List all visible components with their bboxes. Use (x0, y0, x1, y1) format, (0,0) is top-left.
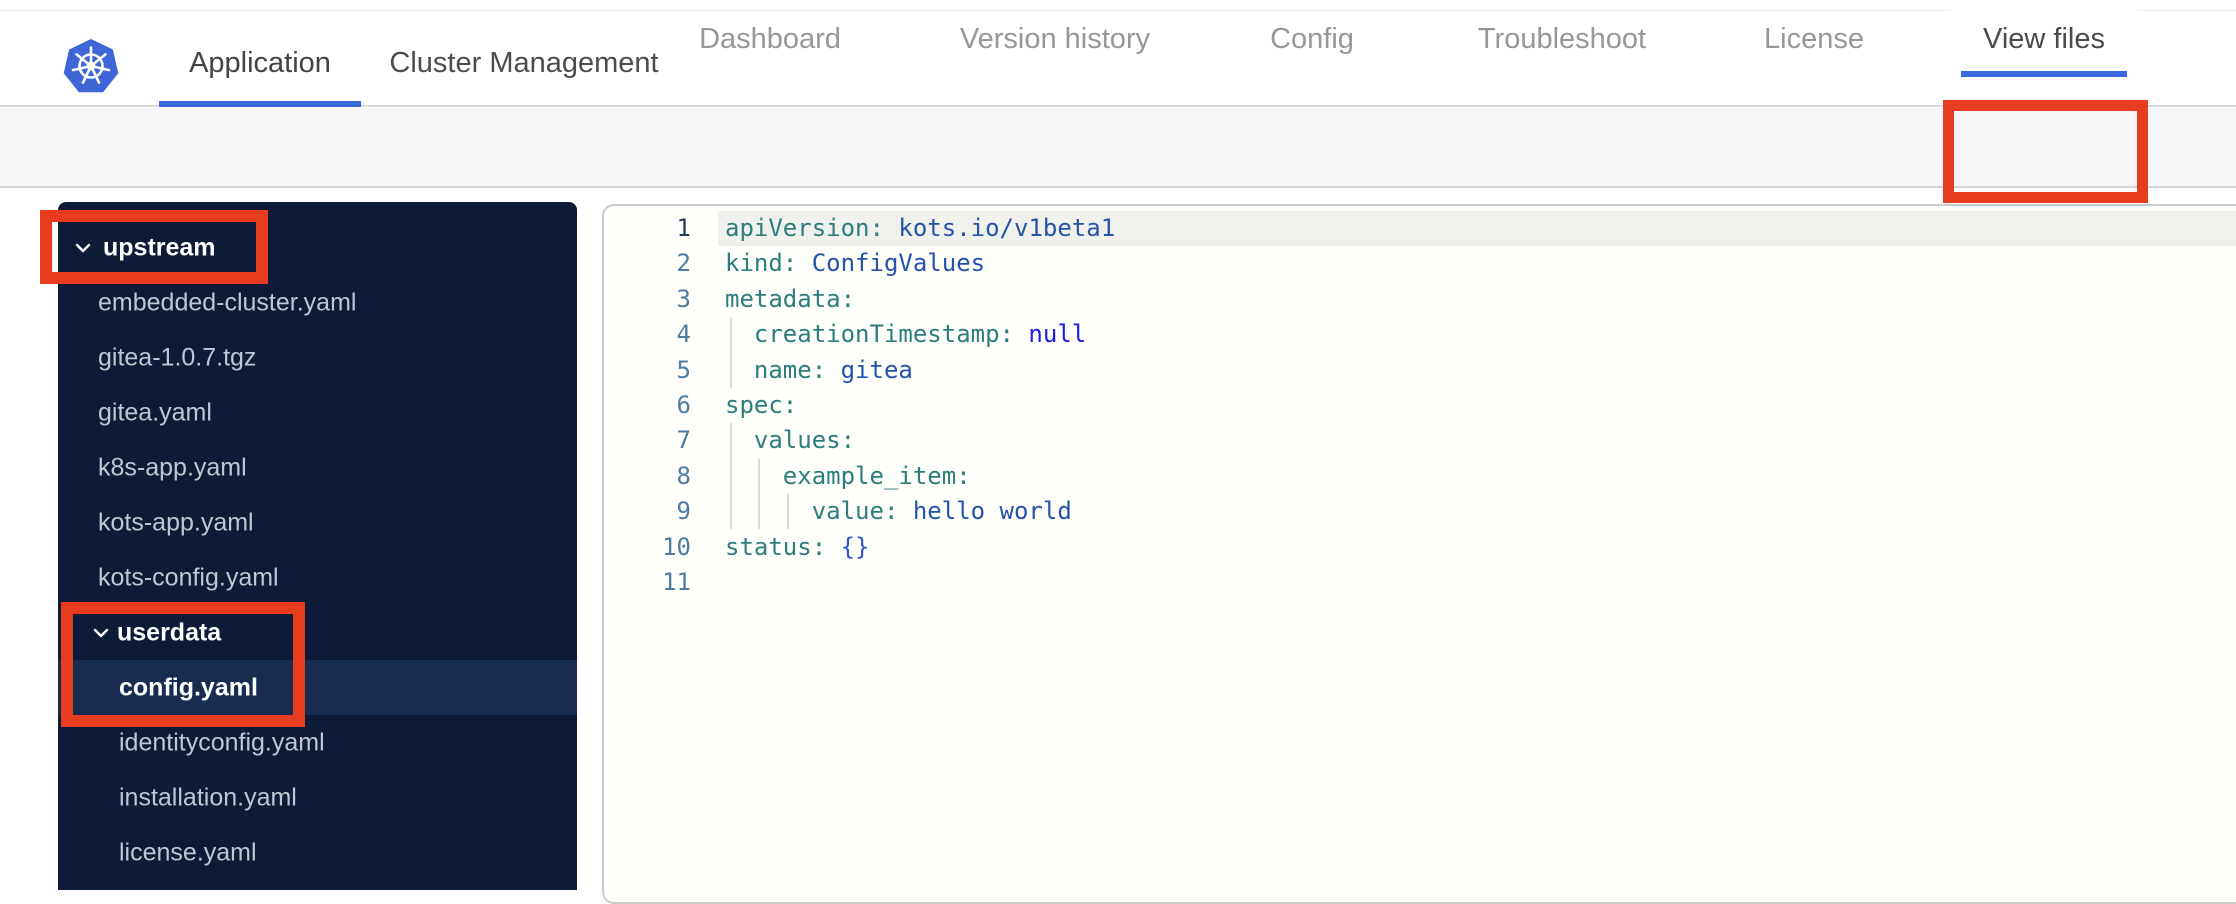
file-item-identityconfig-yaml[interactable]: identityconfig.yaml (58, 715, 577, 770)
tree-item-label: kots-app.yaml (98, 508, 254, 536)
tab-config[interactable]: Config (1237, 0, 1387, 94)
tree-item-label: license.yaml (119, 838, 257, 866)
line-number: 11 (662, 568, 691, 597)
yaml-token-val: gitea (826, 355, 913, 384)
code-line-10[interactable]: status: {} (725, 530, 1115, 565)
yaml-token-key: example_item: (725, 461, 971, 490)
line-number: 5 (676, 355, 691, 384)
chevron-down-icon[interactable] (75, 243, 91, 253)
file-item-gitea-1-0-7-tgz[interactable]: gitea-1.0.7.tgz (58, 330, 577, 385)
tree-item-label: installation.yaml (119, 783, 297, 811)
yaml-token-val: ConfigValues (797, 249, 986, 278)
file-item-k8s-app-yaml[interactable]: k8s-app.yaml (58, 440, 577, 495)
file-item-embedded-cluster-yaml[interactable]: embedded-cluster.yaml (58, 275, 577, 330)
tree-item-label: kots-config.yaml (98, 563, 279, 591)
line-number: 10 (662, 532, 691, 561)
yaml-token-key: apiVersion: (725, 214, 884, 242)
yaml-token-key: name: (725, 355, 827, 384)
line-number: 4 (676, 320, 691, 349)
tab-troubleshoot[interactable]: Troubleshoot (1445, 0, 1679, 94)
code-line-9[interactable]: value: hello world (725, 494, 1115, 529)
yaml-token-key: metadata: (725, 284, 856, 313)
line-number: 3 (676, 284, 691, 313)
code-line-1[interactable]: apiVersion: kots.io/v1beta1 (725, 211, 1115, 246)
header-tab-application[interactable]: Application (159, 11, 361, 107)
file-item-installation-yaml[interactable]: installation.yaml (58, 770, 577, 825)
folder-item-userdata[interactable]: userdata (58, 605, 577, 660)
yaml-token-val: hello world (898, 497, 1072, 526)
code-line-3[interactable]: metadata: (725, 282, 1115, 317)
tree-item-label: userdata (117, 618, 222, 646)
tab-dashboard[interactable]: Dashboard (666, 0, 874, 94)
yaml-token-key: creationTimestamp: (725, 320, 1014, 349)
file-item-config-yaml[interactable]: config.yaml (58, 660, 577, 715)
header-tab-cluster-management[interactable]: Cluster Management (359, 11, 688, 107)
kubernetes-logo-icon (63, 39, 119, 93)
yaml-token-key: status: (725, 532, 827, 561)
yaml-code[interactable]: apiVersion: kots.io/v1beta1 kind: ConfigV… (725, 211, 1115, 600)
file-item-license-yaml[interactable]: license.yaml (58, 825, 577, 880)
file-item-kots-app-yaml[interactable]: kots-app.yaml (58, 495, 577, 550)
code-line-4[interactable]: creationTimestamp: null (725, 317, 1115, 352)
kots-admin-console: { "header": { "logo": "kubernetes-logo",… (0, 0, 2236, 904)
line-number: 2 (676, 249, 691, 278)
tree-item-label: upstream (103, 233, 216, 261)
file-item-gitea-yaml[interactable]: gitea.yaml (58, 385, 577, 440)
tab-license[interactable]: License (1731, 0, 1897, 94)
code-line-11[interactable] (725, 565, 1115, 600)
tree-item-label: gitea.yaml (98, 398, 212, 426)
line-number: 9 (676, 497, 691, 526)
tab-view-files[interactable]: View files (1950, 0, 2138, 94)
app-subnav (0, 108, 2236, 188)
yaml-token-key: spec: (725, 390, 798, 419)
tree-item-label: identityconfig.yaml (119, 728, 325, 756)
tree-item-label: embedded-cluster.yaml (98, 288, 357, 316)
tab-version-history[interactable]: Version history (927, 0, 1183, 94)
tree-item-label: config.yaml (119, 673, 258, 701)
line-number: 1 (676, 214, 691, 242)
yaml-token-key: value: (725, 497, 899, 526)
yaml-token-key: values: (725, 426, 856, 455)
code-line-5[interactable]: name: gitea (725, 353, 1115, 388)
line-number-gutter: 1 2 3 4 5 6 7 8 9 10 11 (604, 211, 691, 600)
code-line-6[interactable]: spec: (725, 388, 1115, 423)
line-number: 8 (676, 461, 691, 490)
file-content-viewer[interactable]: 1 2 3 4 5 6 7 8 9 10 11 apiVersion: kots.io/v1beta… (602, 204, 2236, 904)
tree-item-label: k8s-app.yaml (98, 453, 247, 481)
yaml-token-val: kots.io/v1beta1 (883, 214, 1116, 242)
yaml-token-key: kind: (725, 249, 798, 278)
code-line-2[interactable]: kind: ConfigValues (725, 246, 1115, 281)
code-line-7[interactable]: values: (725, 423, 1115, 458)
line-number: 7 (676, 426, 691, 455)
file-tree-sidebar: upstream embedded-cluster.yaml gitea-1.0.7… (58, 202, 577, 890)
yaml-token-kw: null (1013, 320, 1087, 349)
yaml-token-brace: {} (826, 532, 870, 561)
file-item-kots-config-yaml[interactable]: kots-config.yaml (58, 550, 577, 605)
folder-item-upstream[interactable]: upstream (58, 220, 577, 275)
tree-item-label: gitea-1.0.7.tgz (98, 343, 257, 371)
chevron-down-icon[interactable] (93, 628, 109, 638)
line-number: 6 (676, 391, 691, 420)
code-line-8[interactable]: example_item: (725, 459, 1115, 494)
